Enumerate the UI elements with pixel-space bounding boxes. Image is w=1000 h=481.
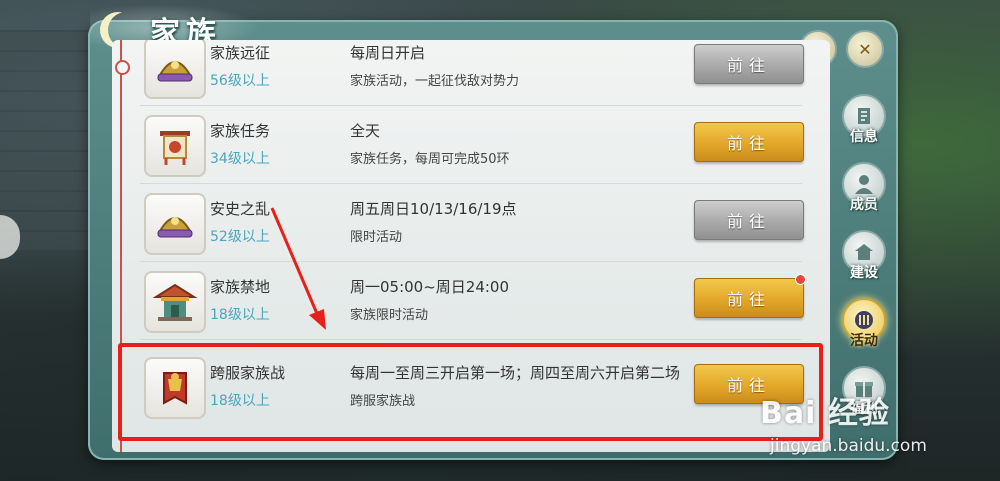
watermark-logo: Bai 经验 (760, 388, 890, 432)
watermark-url: jingyan.baidu.com (770, 436, 927, 456)
tab-members[interactable]: 成员 (836, 152, 892, 214)
tab-label: 信息 (850, 129, 878, 145)
tab-label: 活动 (850, 333, 878, 349)
tab-activity[interactable]: 活动 (836, 288, 892, 350)
tab-label: 建设 (850, 265, 878, 281)
watermark-brand: Bai 经验 (760, 396, 890, 431)
tab-build[interactable]: 建设 (836, 220, 892, 282)
tab-label: 成员 (850, 197, 878, 213)
tab-info[interactable]: 信息 (836, 84, 892, 146)
